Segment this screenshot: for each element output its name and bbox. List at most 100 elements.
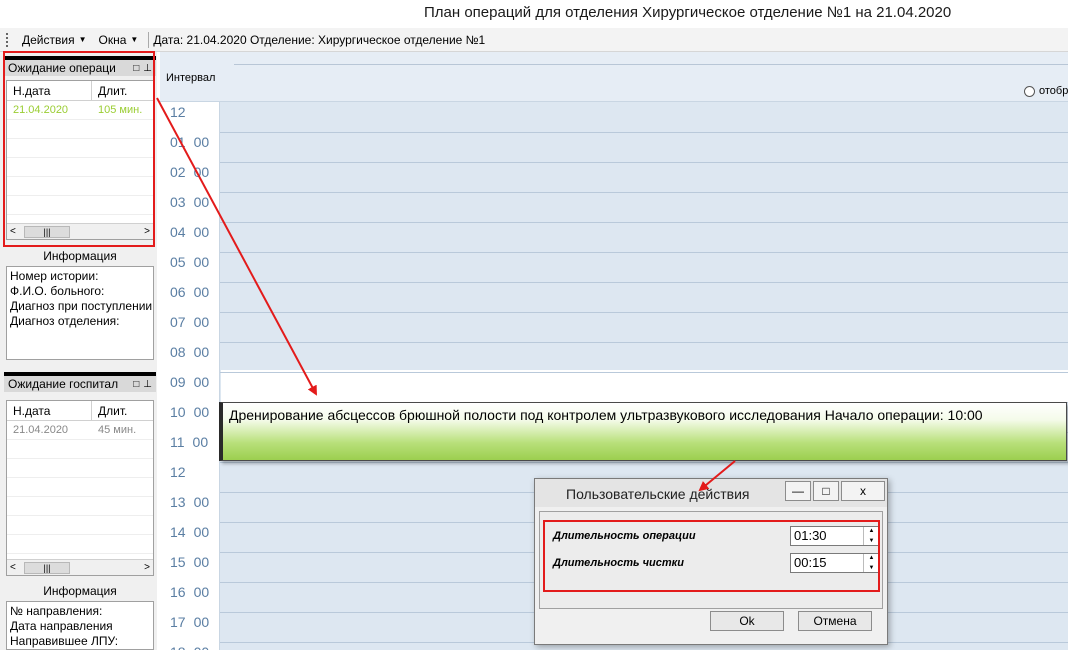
info-panel-2-title: Информация [6,584,154,600]
float-icon[interactable]: □ [133,379,139,390]
waiting-hospital-grid[interactable]: Н.дата Длит. 21.04.2020 45 мин. < ||| > [6,400,154,576]
time-hour: 01 [170,134,186,150]
toolbar-info: Дата: 21.04.2020 Отделение: Хирургическо… [153,32,486,47]
waiting-hospital-title: Ожидание госпитал [8,377,119,391]
hour-gridline [220,462,1068,463]
time-hour: 12 [170,464,186,480]
window-title: План операций для отделения Хирургическо… [424,4,952,21]
time-minute: 00 [193,284,210,300]
info-referral-number: № направления: [10,604,103,618]
cancel-button[interactable]: Отмена [798,611,872,631]
time-hour: 03 [170,194,186,210]
actions-menu-label: Действия [22,32,75,47]
time-label: 07 00 [170,314,209,330]
time-label: 14 00 [170,524,209,540]
time-hour: 14 [170,524,186,540]
info-department-diagnosis: Диагноз отделения: [10,314,120,328]
time-hour: 09 [170,374,186,390]
column-header-date[interactable]: Н.дата [7,401,92,420]
time-label: 17 00 [170,614,209,630]
time-hour: 11 [170,434,185,450]
row-duration: 45 мин. [98,424,137,436]
info-admission-diagnosis: Диагноз при поступлении [10,299,153,313]
minimize-button[interactable]: — [785,481,811,501]
pin-icon[interactable]: ⊥ [143,379,152,390]
info-history-number: Номер истории: [10,269,99,283]
time-hour: 04 [170,224,186,240]
scroll-right-icon[interactable]: > [144,562,150,573]
highlight-box [3,51,155,247]
info-panel-1: Номер истории: Ф.И.О. больного: Диагноз … [6,266,154,360]
time-minute: 00 [193,164,210,180]
time-minute: 00 [193,194,210,210]
time-hour: 07 [170,314,186,330]
time-minute: 00 [193,554,210,570]
toolbar-separator [148,31,150,48]
time-hour: 13 [170,494,186,510]
time-minute: 00 [193,344,210,360]
time-hour: 12 [170,104,186,120]
time-label: 05 00 [170,254,209,270]
table-row-empty [7,459,153,478]
radio-circle-icon[interactable] [1024,85,1035,97]
table-row-empty [7,497,153,516]
chevron-down-icon: ▼ [78,35,87,44]
time-minute: 00 [193,224,210,240]
time-hour: 02 [170,164,186,180]
hour-gridline [220,372,1068,373]
free-slot[interactable] [221,370,1068,402]
time-label: 09 00 [170,374,209,390]
time-hour: 10 [170,404,186,420]
time-minute: 00 [193,254,210,270]
table-row-empty [7,535,153,554]
scroll-thumb[interactable]: ||| [24,562,70,574]
column-header-duration[interactable]: Длит. [92,404,127,418]
table-row[interactable]: 21.04.2020 45 мин. [7,421,153,440]
time-label: 11 00 [170,434,208,450]
time-minute: 00 [193,524,210,540]
time-label: 04 00 [170,224,209,240]
hour-gridline [220,132,1068,133]
time-label: 1800 [170,644,209,650]
hour-gridline [220,342,1068,343]
info-referring-clinic: Направившее ЛПУ: [10,634,119,648]
time-hour: 06 [170,284,186,300]
time-label: 01 00 [170,134,209,150]
time-label: 15 00 [170,554,209,570]
close-button[interactable]: x [841,481,885,501]
title-bar: План операций для отделения Хирургическо… [0,0,1068,28]
time-minute: 00 [192,434,209,450]
horizontal-scrollbar[interactable]: < ||| > [7,559,153,575]
time-hour: 18 [170,644,186,650]
interval-ruler[interactable] [234,64,1068,68]
time-minute: 00 [193,404,210,420]
ok-button[interactable]: Ok [710,611,784,631]
dialog-titlebar[interactable]: Пользовательские действия — □ x [535,479,887,507]
info-panel-1-title: Информация [6,249,154,265]
toolbar-grip[interactable] [6,32,10,47]
hour-gridline [220,192,1068,193]
windows-menu-label: Окна [98,32,127,47]
time-minute: 00 [193,134,210,150]
time-minute: 00 [193,374,210,390]
table-row-empty [7,516,153,535]
dialog-title: Пользовательские действия [566,486,750,502]
time-hour: 16 [170,584,186,600]
waiting-hospital-header[interactable]: Ожидание госпитал □ ⊥ [4,372,156,392]
time-label: 12 [170,464,194,480]
chevron-down-icon: ▼ [130,35,139,44]
maximize-button[interactable]: □ [813,481,839,501]
time-minute: 00 [194,644,210,650]
operation-block[interactable]: Дренирование абсцессов брюшной полости п… [219,402,1067,461]
row-date: 21.04.2020 [13,424,69,436]
windows-menu[interactable]: Окна ▼ [93,33,145,47]
display-radio-label: отобр [1039,85,1068,97]
toolbar: Действия ▼ Окна ▼ Дата: 21.04.2020 Отдел… [0,28,1068,52]
time-minute: 00 [193,584,210,600]
interval-row: Интервал отобр [160,52,1068,102]
actions-menu[interactable]: Действия ▼ [16,33,93,47]
time-hour: 05 [170,254,186,270]
scroll-left-icon[interactable]: < [10,562,16,573]
hour-gridline [220,222,1068,223]
display-radio[interactable]: отобр [1024,85,1068,97]
